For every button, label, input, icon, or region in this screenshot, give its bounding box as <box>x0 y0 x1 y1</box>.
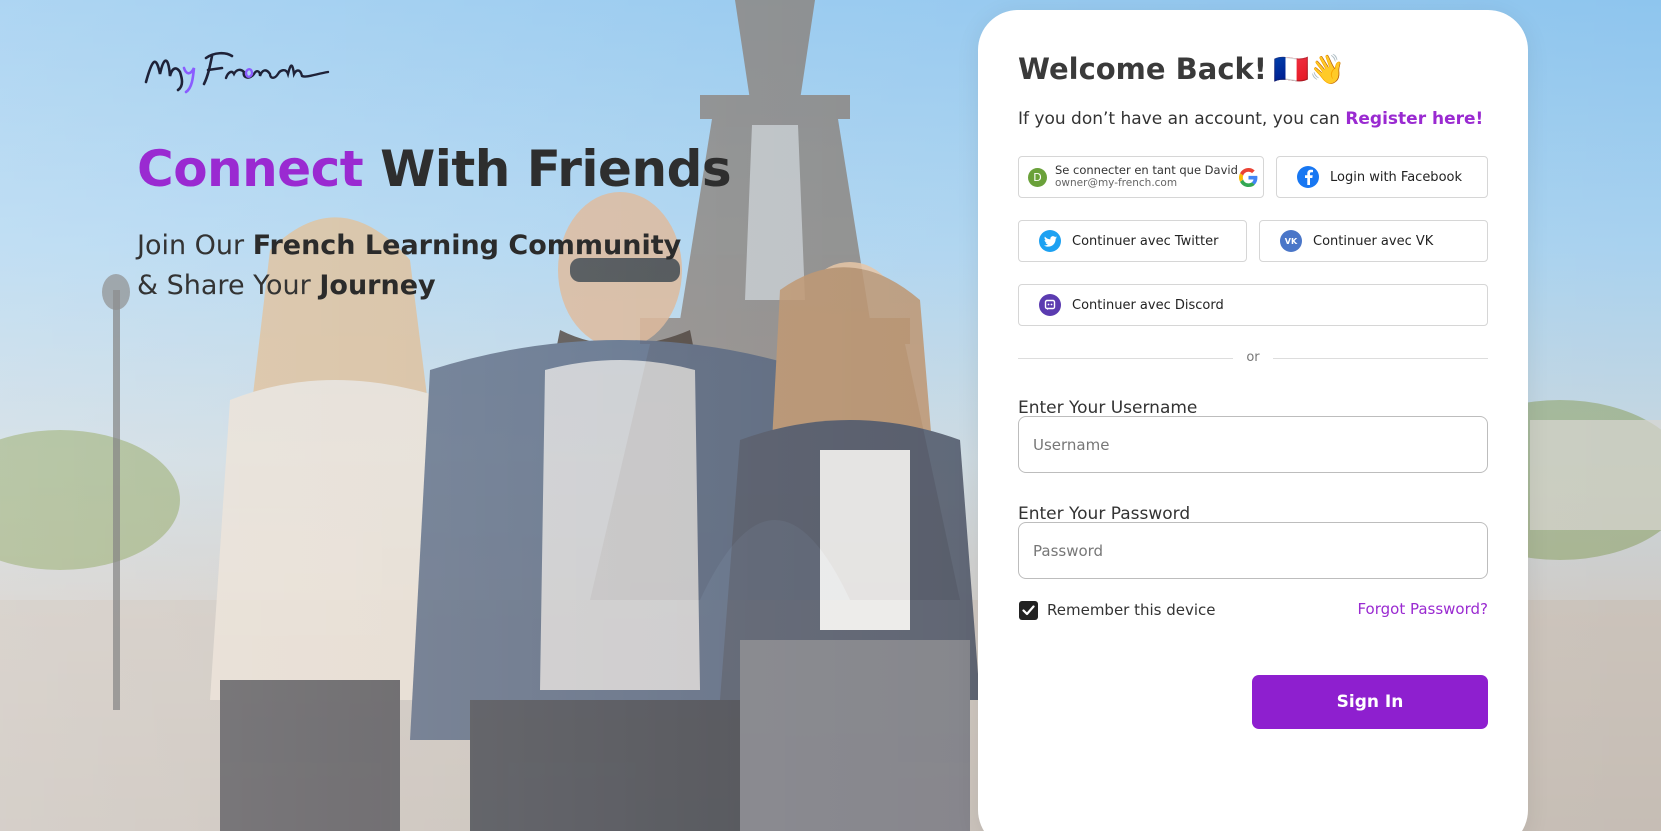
login-card: Welcome Back! 🇫🇷👋 If you don’t have an ac… <box>978 10 1528 831</box>
register-prompt-text: If you don’t have an account, you can <box>1018 109 1346 129</box>
password-label: Enter Your Password <box>1018 504 1191 524</box>
google-g-icon <box>1239 168 1258 187</box>
remember-device-checkbox[interactable] <box>1019 601 1038 620</box>
vk-login-button[interactable]: VK Continuer avec VK <box>1259 220 1488 262</box>
google-signin-button[interactable]: D Se connecter en tant que David owner@m… <box>1018 156 1264 198</box>
discord-login-label: Continuer avec Discord <box>1072 297 1224 313</box>
username-label: Enter Your Username <box>1018 398 1198 418</box>
google-account-avatar: D <box>1028 167 1047 187</box>
welcome-heading: Welcome Back! 🇫🇷👋 <box>1018 52 1345 87</box>
hero-subtitle: Join Our French Learning Community & Sha… <box>137 226 697 306</box>
discord-login-button[interactable]: Continuer avec Discord <box>1018 284 1488 326</box>
hero-sub-text-1: Join Our <box>137 230 253 261</box>
hero-title-accent: Connect <box>137 140 364 198</box>
vk-icon: VK <box>1280 230 1302 252</box>
forgot-password-link[interactable]: Forgot Password? <box>1357 600 1488 618</box>
google-account-name: Se connecter en tant que David <box>1055 163 1238 177</box>
facebook-login-button[interactable]: Login with Facebook <box>1276 156 1488 198</box>
register-prompt: If you don’t have an account, you can Re… <box>1018 109 1483 129</box>
hero-sub-bold-2: Journey <box>319 270 436 301</box>
checkmark-icon <box>1022 605 1035 616</box>
divider-line-right <box>1273 358 1488 359</box>
google-account-info: Se connecter en tant que David owner@my-… <box>1055 164 1238 190</box>
myfrench-logo[interactable] <box>140 38 330 98</box>
hero-sub-text-2: & Share Your <box>137 270 320 301</box>
twitter-login-button[interactable]: Continuer avec Twitter <box>1018 220 1247 262</box>
hero-sub-bold-1: French Learning Community <box>252 230 682 261</box>
sign-in-button[interactable]: Sign In <box>1252 675 1488 729</box>
google-account-email: owner@my-french.com <box>1055 177 1178 189</box>
hero-title: Connect With Friends <box>137 140 732 198</box>
twitter-login-label: Continuer avec Twitter <box>1072 233 1219 249</box>
password-input[interactable] <box>1018 522 1488 579</box>
or-divider: or <box>1018 350 1488 365</box>
register-link[interactable]: Register here! <box>1345 109 1483 129</box>
twitter-bird-icon <box>1039 230 1061 252</box>
welcome-title: Welcome Back! <box>1018 52 1268 86</box>
hero-title-rest: With Friends <box>380 140 732 198</box>
remember-device-label[interactable]: Remember this device <box>1047 601 1216 619</box>
flag-wave-emoji: 🇫🇷👋 <box>1273 52 1346 86</box>
facebook-login-label: Login with Facebook <box>1330 169 1462 185</box>
username-input[interactable] <box>1018 416 1488 473</box>
discord-icon <box>1039 294 1061 316</box>
facebook-icon <box>1297 166 1319 188</box>
vk-login-label: Continuer avec VK <box>1313 233 1434 249</box>
logo-script-graphic <box>144 51 330 94</box>
